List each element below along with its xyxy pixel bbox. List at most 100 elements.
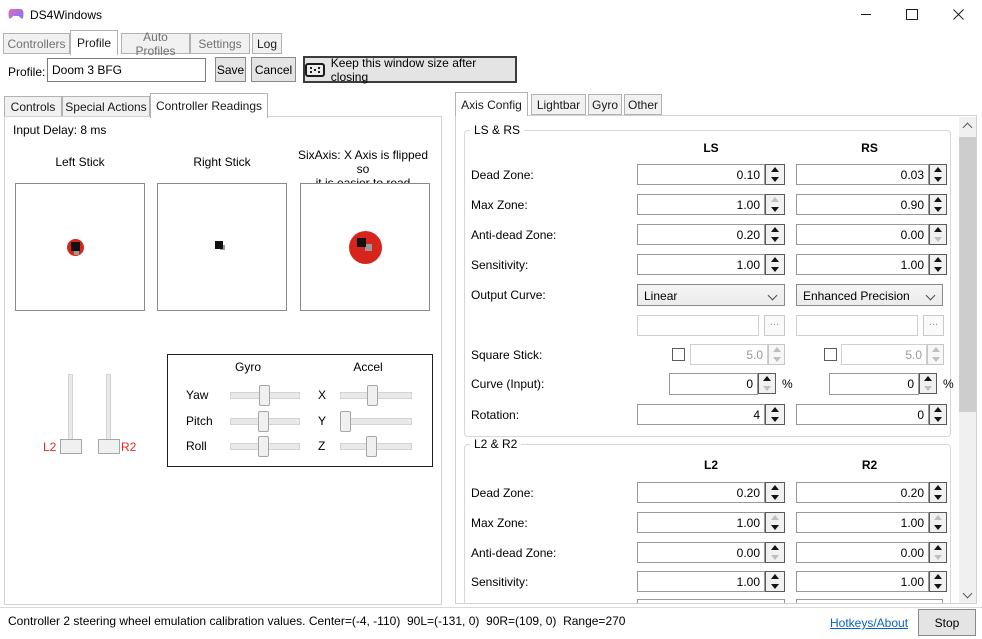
tab-lightbar[interactable]: Lightbar: [531, 94, 586, 115]
spin-down-button[interactable]: [920, 384, 936, 394]
r2-slider-thumb[interactable]: [98, 439, 120, 454]
numeric-field[interactable]: 1.00: [637, 194, 765, 215]
accel-x-slider-thumb[interactable]: [367, 385, 378, 406]
spin-down-button[interactable]: [759, 384, 775, 394]
tab-profile[interactable]: Profile: [70, 30, 118, 55]
spin-buttons[interactable]: [929, 254, 947, 275]
minimize-button[interactable]: [843, 0, 889, 28]
profile-name-input[interactable]: [47, 58, 206, 82]
spin-up-button[interactable]: [930, 405, 946, 415]
spin-buttons[interactable]: [765, 164, 785, 185]
curve-input-field[interactable]: 0: [829, 373, 919, 395]
square-stick-checkbox[interactable]: [824, 348, 837, 361]
spin-buttons[interactable]: [765, 224, 785, 245]
gyro-pitch-slider-thumb[interactable]: [258, 411, 269, 432]
save-button[interactable]: Save: [215, 57, 246, 82]
numeric-field[interactable]: 1.00: [796, 571, 929, 592]
spin-up-button[interactable]: [766, 255, 784, 265]
spin-up-button[interactable]: [766, 543, 784, 553]
vertical-scrollbar[interactable]: [959, 117, 976, 603]
numeric-field[interactable]: 0.90: [796, 194, 929, 215]
spin-up-button[interactable]: [766, 225, 784, 235]
tab-log[interactable]: Log: [252, 33, 282, 54]
numeric-field[interactable]: 0.00: [796, 542, 929, 563]
curve-input-field[interactable]: 0: [669, 373, 758, 395]
numeric-field[interactable]: 1.00: [637, 571, 765, 592]
spin-up-button[interactable]: [930, 572, 946, 582]
spin-down-button[interactable]: [930, 553, 946, 563]
numeric-field[interactable]: 0.20: [796, 482, 929, 503]
spin-up-button[interactable]: [930, 195, 946, 205]
spin-buttons[interactable]: [765, 542, 785, 563]
numeric-field[interactable]: 0.20: [637, 224, 765, 245]
numeric-field[interactable]: 1.00: [796, 254, 929, 275]
spin-down-button[interactable]: [766, 523, 784, 533]
numeric-field[interactable]: 1.00: [796, 512, 929, 533]
numeric-field[interactable]: 0.00: [796, 224, 929, 245]
scrollbar-thumb[interactable]: [959, 137, 976, 412]
spin-buttons[interactable]: [929, 404, 947, 425]
gyro-yaw-slider-thumb[interactable]: [259, 385, 270, 406]
spin-buttons[interactable]: [765, 194, 785, 215]
accel-z-slider-thumb[interactable]: [366, 436, 377, 457]
numeric-field[interactable]: 1.00: [637, 254, 765, 275]
spin-buttons[interactable]: [929, 512, 947, 533]
spin-down-button[interactable]: [930, 205, 946, 215]
spin-up-button[interactable]: [759, 374, 775, 384]
tab-controllers[interactable]: Controllers: [3, 33, 70, 54]
tab-auto-profiles[interactable]: Auto Profiles: [121, 33, 190, 54]
tab-other[interactable]: Other: [624, 94, 662, 115]
spin-down-button[interactable]: [930, 175, 946, 185]
l2-slider-thumb[interactable]: [60, 439, 82, 454]
spin-buttons[interactable]: [765, 404, 785, 425]
spin-down-button[interactable]: [930, 523, 946, 533]
spin-down-button[interactable]: [766, 582, 784, 592]
spin-down-button[interactable]: [766, 175, 784, 185]
spin-down-button[interactable]: [766, 415, 784, 425]
spin-buttons[interactable]: [758, 373, 776, 394]
spin-buttons[interactable]: [765, 571, 785, 592]
maximize-button[interactable]: [889, 0, 935, 28]
spin-up-button[interactable]: [766, 483, 784, 493]
tab-settings[interactable]: Settings: [190, 33, 250, 54]
tab-axis-config[interactable]: Axis Config: [455, 92, 528, 116]
spin-buttons[interactable]: [929, 164, 947, 185]
numeric-field[interactable]: 0: [796, 404, 929, 425]
numeric-field[interactable]: 4: [637, 404, 765, 425]
spin-buttons[interactable]: [929, 542, 947, 563]
spin-down-button[interactable]: [930, 265, 946, 275]
spin-up-button[interactable]: [766, 572, 784, 582]
stop-button[interactable]: Stop: [918, 609, 976, 636]
spin-up-button[interactable]: [930, 543, 946, 553]
spin-up-button[interactable]: [920, 374, 936, 384]
spin-up-button[interactable]: [766, 513, 784, 523]
tab-special-actions[interactable]: Special Actions: [62, 96, 150, 117]
spin-up-button[interactable]: [930, 483, 946, 493]
spin-down-button[interactable]: [766, 235, 784, 245]
spin-buttons[interactable]: [765, 482, 785, 503]
spin-buttons[interactable]: [929, 224, 947, 245]
spin-buttons[interactable]: [929, 194, 947, 215]
spin-down-button[interactable]: [930, 582, 946, 592]
spin-down-button[interactable]: [766, 493, 784, 503]
scroll-up-button[interactable]: [959, 117, 976, 134]
spin-buttons[interactable]: [765, 254, 785, 275]
output-curve-dropdown[interactable]: Linear: [637, 284, 785, 306]
spin-up-button[interactable]: [766, 195, 784, 205]
spin-buttons[interactable]: [929, 482, 947, 503]
hotkeys-about-link[interactable]: Hotkeys/About: [830, 616, 908, 630]
spin-up-button[interactable]: [930, 255, 946, 265]
numeric-field[interactable]: 0.03: [796, 164, 929, 185]
tab-controller-readings[interactable]: Controller Readings: [150, 93, 268, 118]
keep-window-size-button[interactable]: Keep this window size after closing: [303, 56, 517, 83]
numeric-field[interactable]: 0.00: [637, 542, 765, 563]
gyro-roll-slider-thumb[interactable]: [258, 436, 269, 457]
spin-up-button[interactable]: [930, 165, 946, 175]
square-stick-checkbox[interactable]: [672, 348, 685, 361]
tab-gyro[interactable]: Gyro: [588, 94, 622, 115]
spin-buttons[interactable]: [765, 512, 785, 533]
spin-down-button[interactable]: [766, 265, 784, 275]
numeric-field[interactable]: 0.10: [637, 164, 765, 185]
output-curve-dropdown[interactable]: Enhanced Precision: [796, 284, 943, 306]
spin-down-button[interactable]: [930, 493, 946, 503]
